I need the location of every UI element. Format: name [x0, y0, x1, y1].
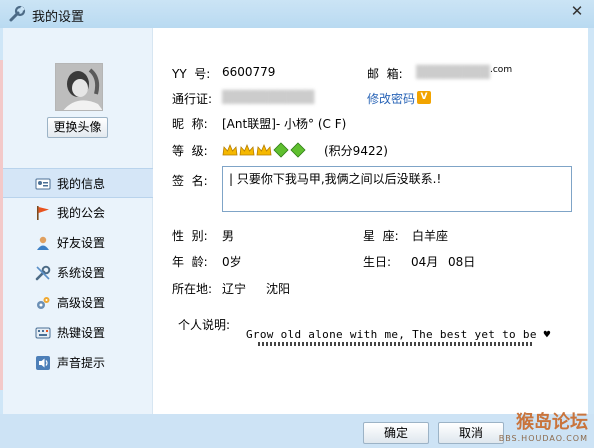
sidebar-item-label: 系统设置	[57, 266, 106, 280]
gender-label: 性 别:	[172, 229, 208, 243]
level-icons	[222, 142, 306, 158]
nickname-label: 昵 称:	[172, 117, 208, 131]
location-province: 辽宁	[222, 282, 247, 296]
age-label: 年 龄:	[172, 255, 208, 269]
sidebar-item-hotkey-settings[interactable]: 热键设置	[3, 318, 153, 348]
crown-icon	[222, 143, 238, 156]
level-score: (积分9422)	[324, 144, 388, 158]
zodiac-label: 星 座:	[363, 229, 399, 243]
vip-badge: V	[417, 91, 431, 104]
my-info-panel: YY 号: 6600779 邮 箱: ████████ .com 通行证: ██…	[154, 28, 588, 414]
close-button[interactable]: ✕	[564, 0, 590, 22]
email-label: 邮 箱:	[367, 67, 403, 81]
sidebar-item-sound-alerts[interactable]: 声音提示	[3, 348, 153, 378]
sidebar-item-my-guild[interactable]: 我的公会	[3, 198, 153, 228]
sidebar-item-system-settings[interactable]: 系统设置	[3, 258, 153, 288]
yy-number-value: 6600779	[222, 65, 276, 79]
birthday-day: 08日	[448, 255, 476, 269]
location-city: 沈阳	[266, 282, 291, 296]
keyboard-icon	[35, 327, 51, 339]
window-title: 我的设置	[32, 10, 85, 25]
ok-button[interactable]: 确定	[363, 422, 429, 444]
sidebar-item-advanced-settings[interactable]: 高级设置	[3, 288, 153, 318]
zodiac-value: 白羊座	[412, 229, 449, 243]
gears-icon	[37, 297, 50, 309]
close-icon: ✕	[570, 2, 584, 20]
email-value: .com	[490, 65, 513, 75]
crown-icon	[239, 143, 255, 156]
forum-watermark: 猴岛论坛 BBS.HOUDAO.COM	[499, 408, 588, 443]
diamond-icon	[290, 142, 306, 158]
cancel-button[interactable]: 取消	[438, 422, 504, 444]
content-area: 更换头像 我的信息 我的公会 好友设置 系统设置 高级设置 热键设置 声音提示 …	[3, 28, 588, 414]
age-value: 0岁	[222, 255, 242, 269]
level-label: 等 级:	[172, 144, 208, 158]
sidebar-item-my-info[interactable]: 我的信息	[3, 168, 153, 198]
personal-description-value: Grow old alone with me, The best yet to …	[246, 328, 551, 341]
decorative-underline	[258, 342, 533, 346]
sidebar-item-label: 我的公会	[57, 206, 106, 220]
wrench-icon	[9, 5, 26, 22]
person-icon	[37, 236, 49, 250]
passport-label: 通行证:	[172, 92, 213, 106]
personal-description-label: 个人说明:	[178, 318, 231, 332]
email-redacted: ████████	[416, 65, 490, 79]
id-card-icon	[35, 178, 51, 190]
gender-value: 男	[222, 229, 235, 243]
change-avatar-button[interactable]: 更换头像	[47, 117, 108, 138]
sidebar-item-label: 声音提示	[57, 356, 106, 370]
wrench-icon	[35, 265, 51, 281]
sidebar-nav: 我的信息 我的公会 好友设置 系统设置 高级设置 热键设置 声音提示	[3, 168, 153, 378]
yy-number-label: YY 号:	[172, 67, 211, 81]
sidebar-item-label: 我的信息	[57, 177, 106, 191]
avatar	[55, 63, 103, 111]
watermark-url: BBS.HOUDAO.COM	[498, 434, 588, 443]
diamond-icon	[273, 142, 289, 158]
location-label: 所在地:	[172, 282, 213, 296]
passport-redacted: ██████████	[222, 90, 315, 104]
watermark-logo: 猴岛论坛	[516, 412, 588, 433]
change-password-link[interactable]: 修改密码	[367, 90, 415, 107]
signature-label: 签 名:	[172, 174, 208, 188]
birthday-label: 生日:	[363, 255, 392, 269]
title-bar[interactable]: 我的设置 ✕	[0, 0, 594, 28]
nickname-value: [Ant联盟]- 小杨° (C F)	[222, 117, 347, 131]
sidebar-item-friend-settings[interactable]: 好友设置	[3, 228, 153, 258]
signature-input[interactable]: | 只要你下我马甲,我俩之间以后没联系.!	[222, 166, 572, 212]
sidebar-item-label: 高级设置	[57, 296, 106, 310]
avatar-photo	[56, 64, 102, 110]
flag-icon	[37, 206, 49, 220]
sidebar-item-label: 好友设置	[57, 236, 106, 250]
settings-window: 我的设置 ✕ 更换头像 我的信息 我的公会 好友设置 系统设置 高级设置 热键设…	[0, 0, 594, 448]
speaker-icon	[36, 356, 50, 370]
birthday-month: 04月	[411, 255, 439, 269]
crown-icon	[256, 143, 272, 156]
sidebar-item-label: 热键设置	[57, 326, 106, 340]
sidebar: 更换头像 我的信息 我的公会 好友设置 系统设置 高级设置 热键设置 声音提示	[3, 28, 153, 414]
